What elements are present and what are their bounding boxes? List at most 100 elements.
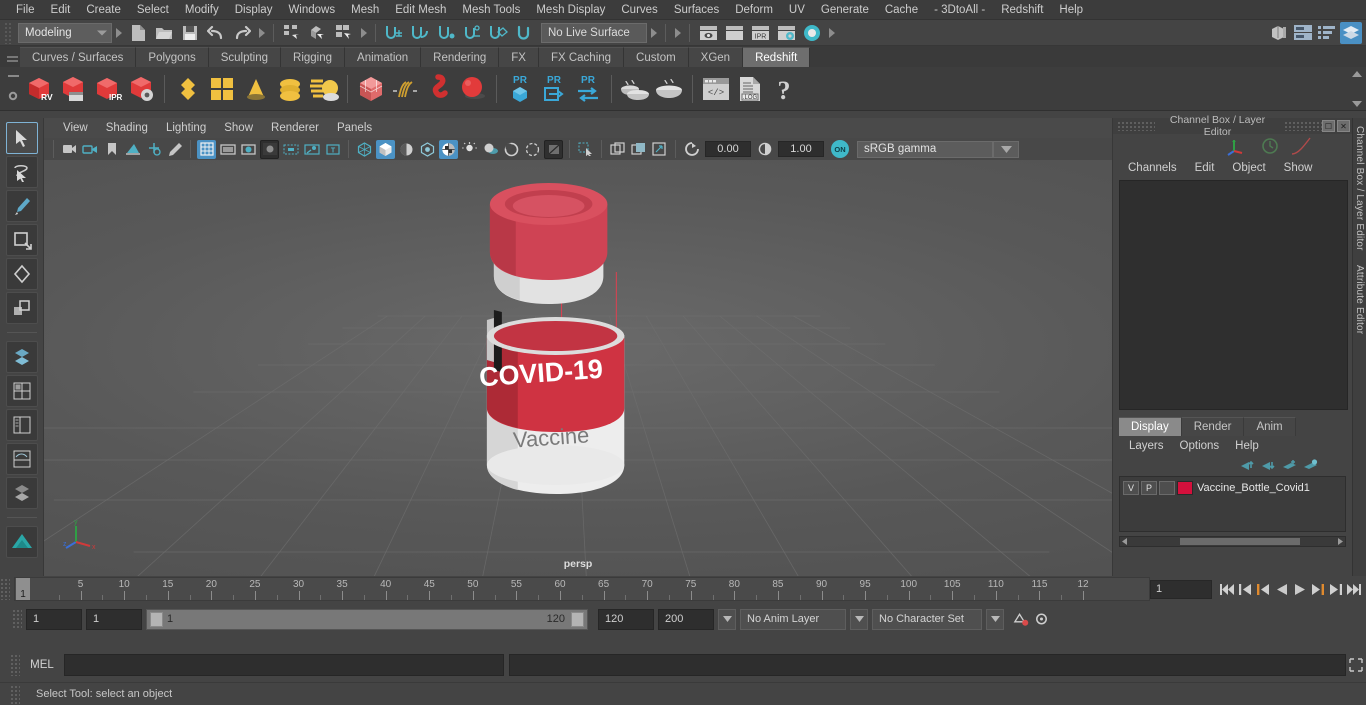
layout-four-view-icon[interactable] xyxy=(5,375,38,407)
motion-blur-icon[interactable] xyxy=(523,140,542,159)
shadows-icon[interactable] xyxy=(481,140,500,159)
channel-menu-edit[interactable]: Edit xyxy=(1186,162,1224,174)
script-editor-icon[interactable] xyxy=(1346,654,1366,676)
menu-item-mesh-tools[interactable]: Mesh Tools xyxy=(454,0,528,20)
layer-shading-toggle[interactable] xyxy=(1159,480,1175,495)
statusline-collapse-1[interactable] xyxy=(114,24,123,42)
shelf-tab-animation[interactable]: Animation xyxy=(345,47,422,67)
select-by-object-icon[interactable] xyxy=(306,22,330,44)
channel-menu-channels[interactable]: Channels xyxy=(1119,162,1186,174)
new-layer-from-selected-icon[interactable] xyxy=(1303,458,1318,472)
layer-tab-display[interactable]: Display xyxy=(1119,417,1182,436)
step-forward-keyframe-icon[interactable] xyxy=(1327,579,1344,599)
anim-layer-dropdown-arrow[interactable] xyxy=(850,608,868,630)
rs-sun-sky-icon[interactable] xyxy=(307,70,341,108)
menu-item-3dtoall[interactable]: - 3DtoAll - xyxy=(926,0,993,20)
gamma-field[interactable]: 1.00 xyxy=(778,141,824,157)
shelf-scroll-controls[interactable] xyxy=(1350,71,1364,107)
tool-settings-icon[interactable] xyxy=(1340,21,1362,44)
display-layer-list[interactable]: V P Vaccine_Bottle_Covid1 xyxy=(1119,476,1346,532)
shelf-tab-polygons[interactable]: Polygons xyxy=(136,47,209,67)
panel-grip-dots[interactable] xyxy=(1117,121,1155,131)
layer-row[interactable]: V P Vaccine_Bottle_Covid1 xyxy=(1120,479,1345,496)
scale-tool[interactable] xyxy=(5,292,38,324)
gate-mask-icon[interactable] xyxy=(260,139,279,159)
menu-item-display[interactable]: Display xyxy=(227,0,281,20)
xray-joints-2-icon[interactable] xyxy=(650,140,669,159)
shelf-tab-redshift[interactable]: Redshift xyxy=(743,47,811,67)
menu-item-curves[interactable]: Curves xyxy=(613,0,665,20)
rs-help-icon[interactable]: ? xyxy=(767,70,801,108)
auto-keyframe-icon[interactable] xyxy=(1012,609,1029,629)
rs-material-icon[interactable] xyxy=(171,70,205,108)
viewport-menu-panels[interactable]: Panels xyxy=(328,118,381,138)
rs-log-icon[interactable]: .LOG xyxy=(733,70,767,108)
shelf-tab-grip[interactable] xyxy=(4,46,20,67)
statusline-collapse-3[interactable] xyxy=(359,24,368,42)
multisample-icon[interactable] xyxy=(544,139,563,159)
xray-icon[interactable] xyxy=(608,140,627,159)
contrast-icon[interactable] xyxy=(755,140,774,159)
layer-tab-anim[interactable]: Anim xyxy=(1244,417,1296,436)
rs-hair-icon[interactable] xyxy=(388,70,422,108)
menu-item-modify[interactable]: Modify xyxy=(177,0,227,20)
rs-sphere-icon[interactable] xyxy=(456,70,490,108)
paint-select-tool[interactable] xyxy=(5,190,38,222)
rs-pr-swap-icon[interactable]: PR xyxy=(571,70,605,108)
layer-playback-toggle[interactable]: P xyxy=(1141,480,1157,495)
menu-item-help[interactable]: Help xyxy=(1051,0,1091,20)
shelf-tab-rigging[interactable]: Rigging xyxy=(281,47,346,67)
menu-item-edit-mesh[interactable]: Edit Mesh xyxy=(387,0,454,20)
viewport-menu-renderer[interactable]: Renderer xyxy=(262,118,328,138)
channel-box-list[interactable] xyxy=(1119,180,1348,410)
menu-item-select[interactable]: Select xyxy=(129,0,177,20)
step-forward-frame-icon[interactable] xyxy=(1309,579,1326,599)
shelf-tab-rendering[interactable]: Rendering xyxy=(421,47,500,67)
grid-toggle-icon[interactable] xyxy=(197,139,216,159)
exposure-field[interactable]: 0.00 xyxy=(705,141,751,157)
xray-active-icon[interactable] xyxy=(629,140,648,159)
layer-menu-help[interactable]: Help xyxy=(1227,440,1267,452)
restore-panel-icon[interactable]: ☐ xyxy=(1322,120,1335,132)
shade-flat-icon[interactable] xyxy=(397,140,416,159)
layout-persp-outliner-icon[interactable] xyxy=(5,409,38,441)
new-layer-icon[interactable] xyxy=(1282,459,1297,472)
range-slider[interactable]: 1 120 xyxy=(146,608,588,630)
menu-item-generate[interactable]: Generate xyxy=(813,0,877,20)
character-set-dropdown-arrow[interactable] xyxy=(986,608,1004,630)
scroll-right-icon[interactable] xyxy=(1335,537,1345,546)
snap-to-projected-center-icon[interactable] xyxy=(460,22,484,44)
layer-menu-layers[interactable]: Layers xyxy=(1121,440,1172,452)
menu-item-edit[interactable]: Edit xyxy=(43,0,79,20)
lights-toggle-icon[interactable] xyxy=(460,140,479,159)
shelf-scroll-up-icon[interactable] xyxy=(1352,71,1362,77)
help-line-grip[interactable] xyxy=(10,684,20,704)
select-by-hierarchy-icon[interactable] xyxy=(280,22,304,44)
snap-to-grid-icon[interactable] xyxy=(382,22,406,44)
menu-item-redshift[interactable]: Redshift xyxy=(993,0,1051,20)
play-backwards-icon[interactable] xyxy=(1273,579,1290,599)
wireframe-icon[interactable] xyxy=(355,140,374,159)
new-scene-icon[interactable] xyxy=(126,22,150,44)
live-surface-field[interactable]: No Live Surface xyxy=(541,22,647,43)
layout-persp-graph-icon[interactable] xyxy=(5,443,38,475)
command-line-grip[interactable] xyxy=(10,653,20,676)
rotate-tool[interactable] xyxy=(5,258,38,290)
step-back-keyframe-icon[interactable] xyxy=(1237,579,1254,599)
film-gate-icon[interactable] xyxy=(218,140,237,159)
viewport-refresh-icon[interactable] xyxy=(682,140,701,159)
time-slider-track[interactable]: 1 5 10 15 20 25 30 35 40 45 50 55 60 65 70 75 80 85 90 95 1… xyxy=(14,577,1150,601)
statusline-collapse-5[interactable] xyxy=(673,24,682,42)
range-options-arrow[interactable] xyxy=(718,608,736,630)
move-layer-up-icon[interactable] xyxy=(1240,459,1255,472)
menu-item-cache[interactable]: Cache xyxy=(877,0,926,20)
shelf-tab-custom[interactable]: Custom xyxy=(624,47,689,67)
channel-menu-object[interactable]: Object xyxy=(1223,162,1274,174)
color-management-toggle[interactable]: ON xyxy=(831,140,849,158)
move-tool[interactable] xyxy=(5,224,38,256)
redshift-render-settings-icon[interactable] xyxy=(124,70,158,108)
statusline-collapse-2[interactable] xyxy=(257,24,266,42)
vertical-tab-channel-box[interactable]: Channel Box / Layer Editor xyxy=(1354,126,1365,251)
channel-menu-show[interactable]: Show xyxy=(1275,162,1322,174)
go-to-start-icon[interactable] xyxy=(1219,579,1236,599)
